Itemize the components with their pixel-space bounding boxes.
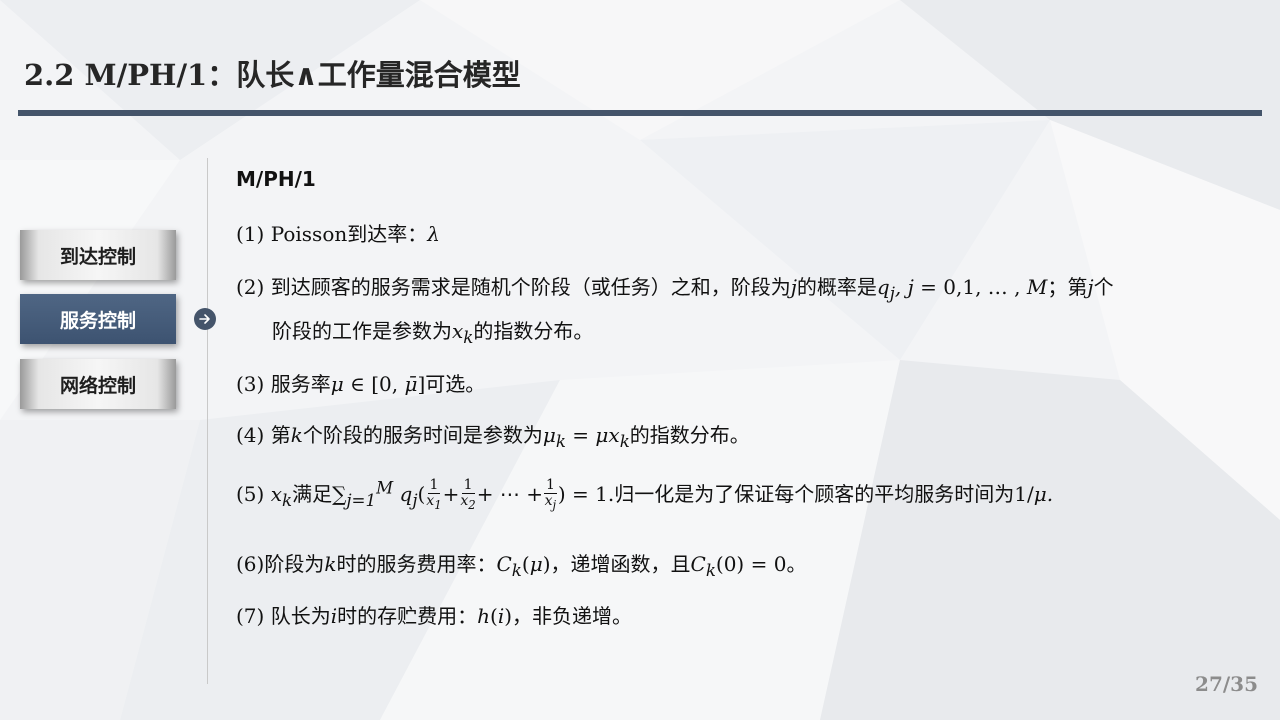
list-item-2-continuation: 阶段的工作是参数为xk的指数分布。 bbox=[272, 315, 593, 347]
item-number: (3) bbox=[236, 372, 265, 396]
formula: ∑j=1M qj(1 x1 +1 x2 + ⋯ +1 xj) = 1. bbox=[332, 477, 615, 512]
item-text: 时的服务费用率： bbox=[336, 552, 497, 576]
list-item-5: (5) xk满足∑j=1M qj(1 x1 +1 x2 + ⋯ +1 xj) = 1.归一… bbox=[236, 478, 1053, 513]
formula: k bbox=[290, 423, 303, 447]
list-item-1: (1) Poisson到达率：λ bbox=[236, 218, 440, 247]
nav-arrival-control[interactable]: 到达控制 bbox=[20, 230, 176, 280]
list-item-4: (4) 第k个阶段的服务时间是参数为μk = μxk的指数分布。 bbox=[236, 419, 750, 451]
item-number: (7) bbox=[236, 604, 265, 628]
title-rule bbox=[18, 110, 1262, 116]
item-text: 队长为 bbox=[270, 604, 331, 628]
arrow-right-icon bbox=[199, 314, 210, 324]
formula: μ ∈ [0, μ̄] bbox=[330, 372, 426, 396]
list-item-6: (6)阶段为k时的服务费用率：Ck(μ)，递增函数，且Ck(0) = 0。 bbox=[236, 548, 806, 580]
item-text: 个阶段的服务时间是参数为 bbox=[302, 423, 543, 447]
formula: 1/μ. bbox=[1014, 482, 1054, 506]
item-text: 时的存贮费用： bbox=[337, 604, 478, 628]
item-number: (6) bbox=[236, 552, 265, 576]
item-text: 归一化是为了保证每个顾客的平均服务时间为 bbox=[614, 482, 1015, 506]
formula: h(i) bbox=[477, 604, 513, 628]
nav-network-control[interactable]: 网络控制 bbox=[20, 359, 176, 409]
item-number: (5) bbox=[236, 482, 265, 506]
item-text: Poisson到达率： bbox=[270, 222, 428, 246]
list-item-2: (2) 到达顾客的服务需求是随机个阶段（或任务）之和，阶段为j的概率是qj, j… bbox=[236, 271, 1114, 303]
section-heading: M/PH/1 bbox=[236, 167, 316, 191]
item-text: 。 bbox=[786, 552, 807, 576]
arrow-right-circle-icon[interactable] bbox=[194, 308, 216, 330]
item-text: 的指数分布。 bbox=[629, 423, 750, 447]
item-text: 个 bbox=[1093, 275, 1114, 299]
item-number: (1) bbox=[236, 222, 265, 246]
nav-label: 服务控制 bbox=[59, 309, 136, 332]
item-text: ；第 bbox=[1047, 275, 1088, 299]
item-text: 阶段为 bbox=[264, 552, 325, 576]
background-pattern bbox=[0, 0, 1280, 720]
item-text: 可选。 bbox=[425, 372, 486, 396]
item-text: 第 bbox=[270, 423, 291, 447]
list-item-3: (3) 服务率μ ∈ [0, μ̄]可选。 bbox=[236, 368, 485, 397]
formula: xk bbox=[452, 319, 474, 347]
list-item-7: (7) 队长为i时的存贮费用：h(i)，非负递增。 bbox=[236, 600, 632, 629]
formula: Ck(μ) bbox=[496, 552, 551, 580]
formula: μk = μxk bbox=[542, 423, 630, 451]
item-text: 的概率是 bbox=[796, 275, 877, 299]
formula: Ck(0) = 0 bbox=[690, 552, 787, 580]
item-text: 阶段的工作是参数为 bbox=[272, 319, 452, 343]
formula: k bbox=[324, 552, 337, 576]
nav-label: 网络控制 bbox=[59, 374, 136, 397]
item-text: 服务率 bbox=[270, 372, 331, 396]
item-text: 到达顾客的服务需求是随机个阶段（或任务）之和，阶段为 bbox=[270, 275, 791, 299]
page-number: 27/35 bbox=[1195, 672, 1258, 696]
formula: xk bbox=[270, 482, 293, 510]
formula: λ bbox=[427, 222, 440, 246]
item-text: 的指数分布。 bbox=[473, 319, 594, 343]
vertical-divider bbox=[207, 158, 208, 684]
item-number: (4) bbox=[236, 423, 265, 447]
nav-service-control[interactable]: 服务控制 bbox=[20, 294, 176, 344]
item-text: 满足 bbox=[292, 482, 333, 506]
formula: qj, j = 0,1, … , M bbox=[876, 275, 1048, 303]
slide-title: 2.2 M/PH/1：队长∧工作量混合模型 bbox=[24, 58, 521, 92]
item-text: ，非负递增。 bbox=[512, 604, 633, 628]
nav-label: 到达控制 bbox=[59, 245, 136, 268]
item-number: (2) bbox=[236, 275, 265, 299]
item-text: ，递增函数，且 bbox=[550, 552, 691, 576]
